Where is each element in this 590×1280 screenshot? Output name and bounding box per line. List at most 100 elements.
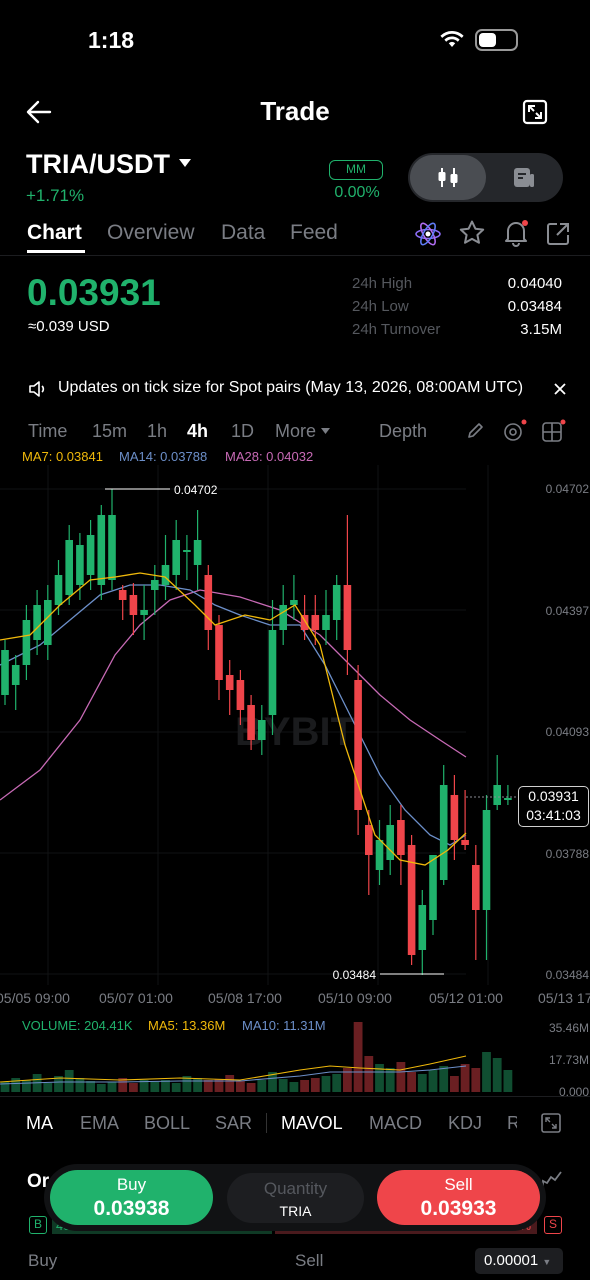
expand-icon[interactable] xyxy=(522,99,548,125)
tf-4h[interactable]: 4h xyxy=(187,421,208,442)
volume-bar xyxy=(310,1078,320,1092)
ai-atom-icon[interactable] xyxy=(414,220,442,248)
candle-body xyxy=(236,680,245,710)
candle-body xyxy=(54,575,63,605)
divider xyxy=(0,1096,590,1097)
candle-body xyxy=(193,540,202,565)
indicator-settings-icon[interactable] xyxy=(502,419,528,443)
sell-tag: S xyxy=(544,1216,562,1234)
volume-bar xyxy=(257,1080,267,1092)
stat-label-turnover: 24h Turnover xyxy=(352,321,441,338)
volume-bar xyxy=(64,1070,74,1092)
ma14-polyline xyxy=(0,584,467,846)
candle-body xyxy=(140,610,148,615)
precision-value: 0.00001 xyxy=(484,1252,539,1269)
indicator-boll[interactable]: BOLL xyxy=(144,1113,190,1134)
battery-icon xyxy=(475,29,518,51)
candle-body xyxy=(44,600,52,645)
indicator-sar[interactable]: SAR xyxy=(215,1113,252,1134)
orderbook-sell-col: Sell xyxy=(295,1251,324,1270)
tf-15m[interactable]: 15m xyxy=(92,421,127,442)
quantity-button[interactable]: Quantity TRIA xyxy=(227,1173,364,1223)
volume-bar xyxy=(43,1083,53,1092)
tab-data[interactable]: Data xyxy=(221,221,265,245)
candle-body xyxy=(225,675,234,690)
ma14-line xyxy=(0,584,467,846)
volume-bar xyxy=(236,1081,245,1092)
usd-price: ≈0.039 USD xyxy=(28,318,110,335)
caret-down-icon[interactable] xyxy=(178,158,192,168)
candle-body xyxy=(493,785,501,805)
candle-body xyxy=(375,840,384,870)
stat-value-low: 0.03484 xyxy=(507,298,562,315)
volume-bar xyxy=(417,1074,427,1092)
candle-body xyxy=(11,665,20,685)
more-caret-icon xyxy=(321,428,330,435)
buy-price: 0.03938 xyxy=(93,1197,170,1220)
bell-icon[interactable] xyxy=(502,219,530,247)
y-axis-label: 0.03484 xyxy=(545,968,589,982)
candle-body xyxy=(33,605,41,640)
volume-bar xyxy=(203,1080,213,1092)
star-icon[interactable] xyxy=(458,219,486,247)
countdown: 03:41:03 xyxy=(526,807,581,823)
buy-button[interactable]: Buy 0.03938 xyxy=(50,1170,213,1225)
candlestick-chart[interactable]: BYBIT 0.04702 0.03484 xyxy=(0,465,590,985)
volume-bar xyxy=(375,1064,384,1092)
pair-symbol[interactable]: TRIA/USDT xyxy=(26,149,170,180)
sell-button[interactable]: Sell 0.03933 xyxy=(377,1170,540,1225)
indicator-r[interactable]: R xyxy=(507,1113,517,1134)
volume-bar xyxy=(407,1072,416,1092)
tf-depth[interactable]: Depth xyxy=(379,421,427,442)
stat-value-turnover: 3.15M xyxy=(520,321,562,338)
indicator-macd[interactable]: MACD xyxy=(369,1113,422,1134)
indicator-expand-icon[interactable] xyxy=(541,1113,561,1133)
candle-body xyxy=(365,825,373,855)
candlestick-icon xyxy=(438,168,458,187)
volume-bar xyxy=(428,1070,438,1092)
indicator-mavol[interactable]: MAVOL xyxy=(281,1113,343,1134)
indicator-ma[interactable]: MA xyxy=(26,1113,53,1134)
volume-bar xyxy=(86,1081,95,1092)
tf-1d[interactable]: 1D xyxy=(231,421,254,442)
precision-caret-icon: ▼ xyxy=(542,1257,552,1267)
volume-bar xyxy=(450,1076,459,1092)
tab-overview[interactable]: Overview xyxy=(107,221,195,245)
tf-more[interactable]: More xyxy=(275,421,316,442)
volume-bar xyxy=(246,1083,256,1092)
mm-value: 0.00% xyxy=(334,184,380,201)
close-icon[interactable] xyxy=(553,382,567,396)
candle-body xyxy=(183,550,191,552)
pencil-icon[interactable] xyxy=(466,422,484,440)
volume-bar xyxy=(503,1070,513,1092)
ma14-legend: MA14: 0.03788 xyxy=(119,449,208,464)
ma7-polyline xyxy=(0,572,467,866)
share-icon[interactable] xyxy=(545,221,571,247)
speaker-icon xyxy=(28,380,48,398)
low-marker-label: 0.03484 xyxy=(333,968,377,982)
tab-chart[interactable]: Chart xyxy=(27,221,82,245)
page-title: Trade xyxy=(260,96,330,126)
candle-body xyxy=(172,540,180,575)
volume-bar xyxy=(22,1080,31,1092)
sell-label: Sell xyxy=(444,1175,473,1194)
volume-bar xyxy=(278,1079,288,1092)
mm-badge[interactable]: MM xyxy=(329,160,383,180)
precision-select[interactable]: 0.00001 ▼ xyxy=(475,1248,563,1274)
volume-bar xyxy=(171,1083,181,1092)
x-axis-label: 05/10 09:00 xyxy=(318,990,392,1006)
toggle-candle-option[interactable] xyxy=(410,155,486,200)
notice-text[interactable]: Updates on tick size for Spot pairs (May… xyxy=(58,379,523,397)
orderbook-icon[interactable] xyxy=(512,165,536,189)
tf-time[interactable]: Time xyxy=(28,421,67,442)
pair-change: +1.71% xyxy=(26,186,85,205)
x-axis-label: 05/08 17:00 xyxy=(208,990,282,1006)
last-price: 0.03931 xyxy=(27,272,161,313)
tf-1h[interactable]: 1h xyxy=(147,421,167,442)
x-axis-label: 05/13 17 xyxy=(538,990,590,1006)
indicator-ema[interactable]: EMA xyxy=(80,1113,119,1134)
layout-grid-icon[interactable] xyxy=(541,419,567,443)
buy-label: Buy xyxy=(116,1175,147,1194)
indicator-kdj[interactable]: KDJ xyxy=(448,1113,482,1134)
tab-feed[interactable]: Feed xyxy=(290,221,338,245)
